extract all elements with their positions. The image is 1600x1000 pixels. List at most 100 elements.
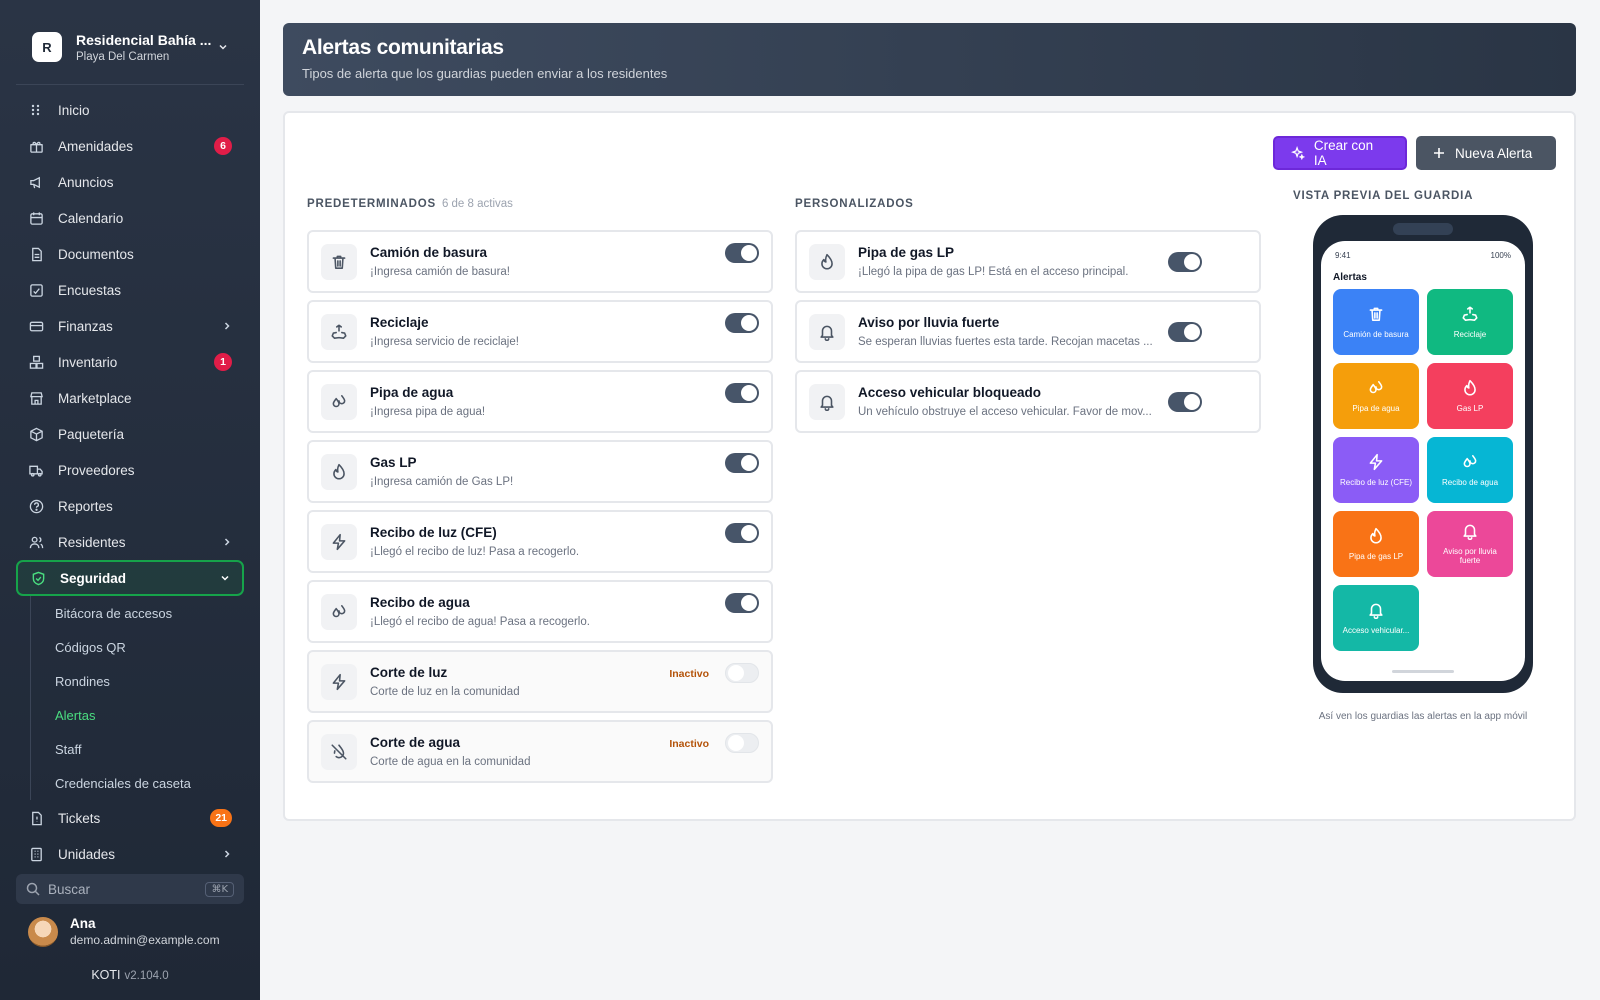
alert-card[interactable]: Gas LP ¡Ingresa camión de Gas LP! xyxy=(307,440,773,503)
sidebar-subitem-credenciales[interactable]: Credenciales de caseta xyxy=(31,766,244,800)
phone-notch xyxy=(1393,223,1453,235)
alert-card[interactable]: Camión de basura ¡Ingresa camión de basur… xyxy=(307,230,773,293)
avatar xyxy=(28,916,58,947)
section-title: PREDETERMINADOS xyxy=(307,198,436,210)
alert-title: Pipa de gas LP xyxy=(858,245,955,260)
preview-alert-tile: Acceso vehicular... xyxy=(1333,585,1419,651)
phone-screen-title: Alertas xyxy=(1333,272,1367,283)
sidebar: R Residencial Bahía ... Playa Del Carmen… xyxy=(0,0,260,1000)
sidebar-item-encuestas[interactable]: Encuestas xyxy=(16,272,244,308)
sidebar-subitem-bitacora[interactable]: Bitácora de accesos xyxy=(31,596,244,630)
sidebar-search[interactable]: ⌘K xyxy=(16,874,244,904)
brand-name: KOTI xyxy=(91,968,121,982)
alert-description: ¡Ingresa servicio de reciclaje! xyxy=(370,336,519,348)
sidebar-item-label: Inventario xyxy=(58,354,118,370)
count-badge: 6 xyxy=(214,137,232,155)
alert-card[interactable]: Corte de luz Corte de luz en la comunidad… xyxy=(307,650,773,713)
droplets-icon xyxy=(1367,379,1385,404)
alert-card[interactable]: Pipa de gas LP ¡Llegó la pipa de gas LP! … xyxy=(795,230,1261,293)
sidebar-item-inicio[interactable]: Inicio xyxy=(16,92,244,128)
preview-title: VISTA PREVIA DEL GUARDIA xyxy=(1293,190,1474,202)
alert-card[interactable]: Corte de agua Corte de agua en la comunid… xyxy=(307,720,773,783)
truck-icon xyxy=(28,462,44,478)
page-title: Alertas comunitarias xyxy=(302,36,504,59)
sidebar-item-label: Residentes xyxy=(58,534,126,550)
sidebar-subitem-codigos-qr[interactable]: Códigos QR xyxy=(31,630,244,664)
credit-card-icon xyxy=(28,318,44,334)
grid-dots-icon xyxy=(28,102,44,118)
building-icon xyxy=(28,846,44,862)
droplets-icon xyxy=(321,383,357,420)
alert-card[interactable]: Recibo de luz (CFE) ¡Llegó el recibo de l… xyxy=(307,510,773,573)
sidebar-item-tickets[interactable]: Tickets 21 xyxy=(16,800,244,836)
alert-card[interactable]: Recibo de agua ¡Llegó el recibo de agua! … xyxy=(307,580,773,643)
page-subtitle: Tipos de alerta que los guardias pueden … xyxy=(302,66,668,81)
alert-title: Corte de agua xyxy=(370,735,461,750)
alert-toggle[interactable] xyxy=(725,383,759,403)
alert-title: Recibo de agua xyxy=(370,595,470,610)
alert-description: Se esperan lluvias fuertes esta tarde. R… xyxy=(858,336,1153,348)
user-profile[interactable]: Ana demo.admin@example.com xyxy=(28,916,220,947)
phone-mockup: 9:41 100% Alertas Camión de basura Recicl… xyxy=(1313,215,1533,693)
alert-toggle[interactable] xyxy=(725,593,759,613)
page-header: Alertas comunitarias Tipos de alerta que… xyxy=(283,23,1576,96)
sidebar-subitem-alertas[interactable]: Alertas xyxy=(31,698,244,732)
sidebar-item-paqueteria[interactable]: Paquetería xyxy=(16,416,244,452)
section-title: PERSONALIZADOS xyxy=(795,198,914,210)
sidebar-item-seguridad[interactable]: Seguridad xyxy=(16,560,244,596)
sidebar-item-inventario[interactable]: Inventario 1 xyxy=(16,344,244,380)
alert-card[interactable]: Acceso vehicular bloqueado Un vehículo ob… xyxy=(795,370,1261,433)
alert-description: Un vehículo obstruye el acceso vehicular… xyxy=(858,406,1152,418)
alert-toggle[interactable] xyxy=(725,313,759,333)
alert-toggle[interactable] xyxy=(725,733,759,753)
alert-toggle[interactable] xyxy=(725,523,759,543)
preview-alert-tile: Recibo de agua xyxy=(1427,437,1513,503)
sidebar-item-calendario[interactable]: Calendario xyxy=(16,200,244,236)
count-badge: 21 xyxy=(210,809,232,827)
droplet-off-icon xyxy=(321,733,357,770)
sidebar-item-unidades[interactable]: Unidades xyxy=(16,836,244,872)
create-with-ai-label: Crear con IA xyxy=(1313,138,1374,168)
preview-tile-label: Pipa de agua xyxy=(1352,403,1400,413)
alert-toggle[interactable] xyxy=(1168,391,1202,412)
alert-description: ¡Llegó el recibo de agua! Pasa a recoger… xyxy=(370,616,590,628)
section-count: 6 de 8 activas xyxy=(441,198,513,210)
create-with-ai-button[interactable]: Crear con IA xyxy=(1273,136,1407,170)
help-circle-icon xyxy=(28,498,44,514)
bell-icon xyxy=(1367,601,1385,626)
alert-card[interactable]: Reciclaje ¡Ingresa servicio de reciclaje! xyxy=(307,300,773,363)
bell-icon xyxy=(809,313,845,350)
alert-description: ¡Ingresa camión de Gas LP! xyxy=(370,476,514,488)
sidebar-subitem-rondines[interactable]: Rondines xyxy=(31,664,244,698)
phone-time: 9:41 xyxy=(1335,251,1351,260)
alert-toggle[interactable] xyxy=(725,243,759,263)
sidebar-item-amenidades[interactable]: Amenidades 6 xyxy=(16,128,244,164)
sidebar-item-documentos[interactable]: Documentos xyxy=(16,236,244,272)
alert-toggle[interactable] xyxy=(725,453,759,473)
sidebar-item-proveedores[interactable]: Proveedores xyxy=(16,452,244,488)
preview-tile-label: Camión de basura xyxy=(1343,329,1409,339)
preview-alert-tile: Pipa de gas LP xyxy=(1333,511,1419,577)
alert-title: Aviso por lluvia fuerte xyxy=(858,315,1000,330)
search-input[interactable] xyxy=(48,881,206,897)
sparkles-icon xyxy=(1291,146,1305,160)
bolt-icon xyxy=(1367,453,1385,478)
sidebar-subitem-staff[interactable]: Staff xyxy=(31,732,244,766)
megaphone-icon xyxy=(28,174,44,190)
sidebar-item-residentes[interactable]: Residentes xyxy=(16,524,244,560)
flame-icon xyxy=(809,243,845,280)
sidebar-item-anuncios[interactable]: Anuncios xyxy=(16,164,244,200)
sidebar-item-marketplace[interactable]: Marketplace xyxy=(16,380,244,416)
new-alert-button[interactable]: Nueva Alerta xyxy=(1416,136,1556,170)
sidebar-item-label: Encuestas xyxy=(58,282,122,298)
user-name: Ana xyxy=(70,916,96,931)
sidebar-item-label: Marketplace xyxy=(58,390,132,406)
alert-toggle[interactable] xyxy=(725,663,759,683)
sidebar-item-finanzas[interactable]: Finanzas xyxy=(16,308,244,344)
alert-card[interactable]: Aviso por lluvia fuerte Se esperan lluvia… xyxy=(795,300,1261,363)
org-switcher[interactable]: R Residencial Bahía ... Playa Del Carmen xyxy=(16,20,244,74)
alert-toggle[interactable] xyxy=(1168,321,1202,342)
sidebar-item-reportes[interactable]: Reportes xyxy=(16,488,244,524)
alert-toggle[interactable] xyxy=(1168,251,1202,272)
alert-card[interactable]: Pipa de agua ¡Ingresa pipa de agua! xyxy=(307,370,773,433)
